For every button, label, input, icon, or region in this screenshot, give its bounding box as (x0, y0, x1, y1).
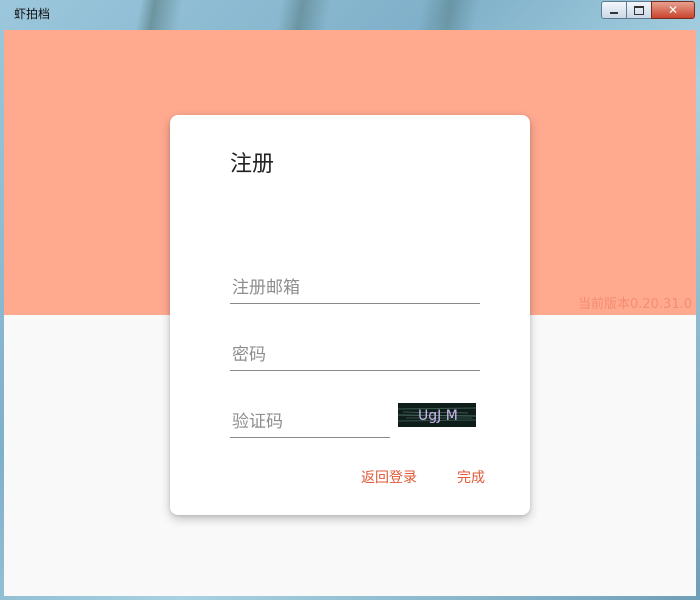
window-title: 虾拍档 (14, 7, 51, 21)
captcha-field-wrapper (230, 407, 394, 438)
email-field-wrapper (230, 273, 484, 304)
close-icon: ✕ (667, 3, 679, 17)
maximize-button[interactable] (626, 1, 652, 19)
app-window: 虾拍档 ✕ 当前版本0.20.31.0 注册 注册邮箱 验证码 UgJ M 返回… (0, 0, 700, 600)
captcha-field[interactable] (230, 407, 394, 437)
captcha-image[interactable]: UgJ M (398, 403, 476, 427)
page-title: 注册 (230, 152, 275, 177)
maximize-icon (634, 5, 644, 15)
app-client-area: 当前版本0.20.31.0 注册 UgJ M (4, 30, 696, 596)
minimize-icon (610, 11, 618, 14)
password-field-wrapper (230, 340, 484, 371)
close-button[interactable]: ✕ (651, 1, 695, 19)
version-label: 当前版本0.20.31.0 (577, 297, 692, 312)
title-bar[interactable]: 虾拍档 ✕ (0, 0, 700, 30)
window-controls: ✕ (601, 1, 695, 21)
captcha-graphic: UgJ M (398, 403, 476, 427)
minimize-button[interactable] (601, 1, 627, 19)
back-to-login-button[interactable]: 返回登录 (361, 469, 417, 487)
done-button[interactable]: 完成 (457, 469, 485, 487)
captcha-text: UgJ M (418, 408, 458, 424)
password-field[interactable] (230, 340, 484, 370)
register-card: 注册 UgJ M 返回登 (170, 115, 530, 515)
email-field[interactable] (230, 273, 484, 303)
